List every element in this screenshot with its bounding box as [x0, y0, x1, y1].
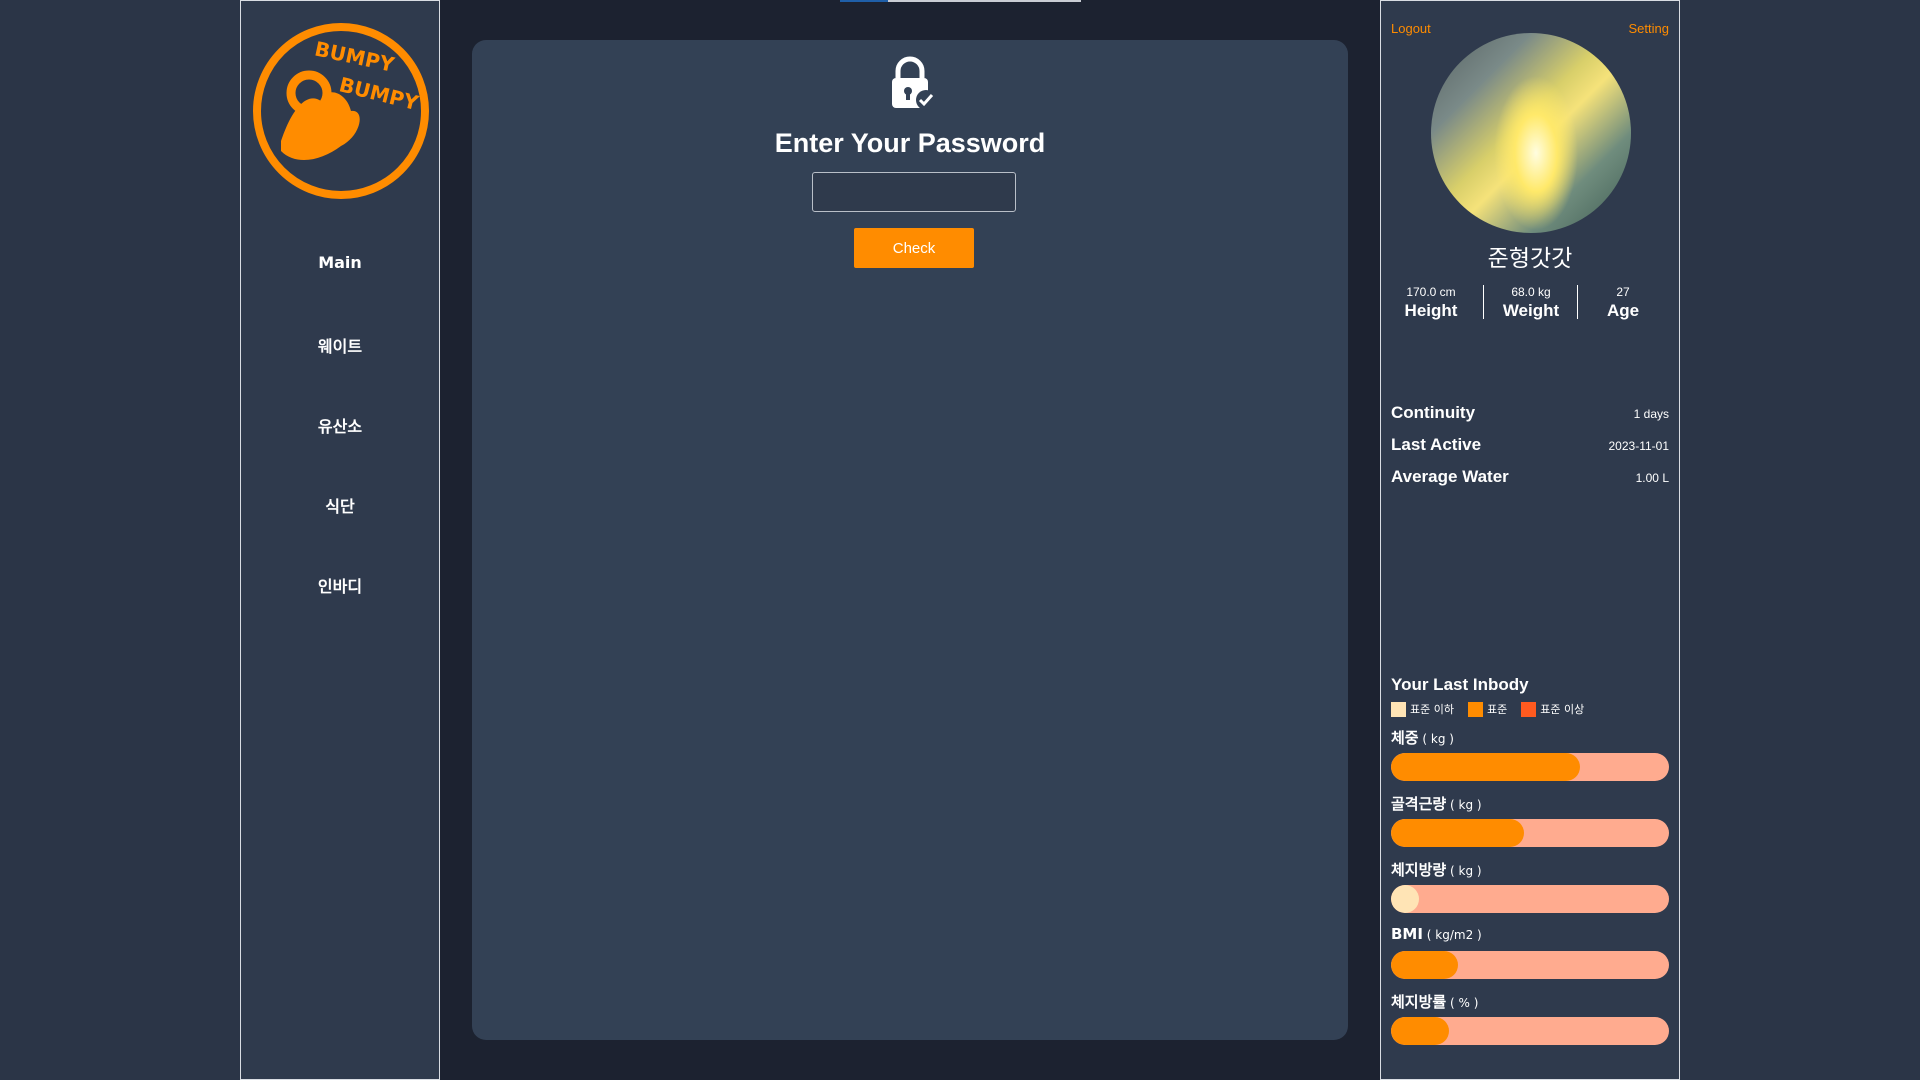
top-tab-underline: [888, 0, 1081, 2]
metric-unit: ( kg ): [1446, 798, 1482, 812]
metric-unit: ( kg ): [1446, 864, 1482, 878]
password-card: Enter Your Password Check: [472, 40, 1348, 1040]
stat-weight-label: Weight: [1502, 301, 1560, 320]
stat-age-value: 27: [1616, 285, 1630, 299]
nav-weight[interactable]: 웨이트: [241, 333, 439, 357]
stat-height-value: 170.0 cm: [1406, 285, 1456, 299]
metric-bar-skeletal-muscle: [1391, 819, 1669, 847]
profile-panel: Logout Setting 준형갓갓 170.0 cm Height 68.0…: [1380, 0, 1680, 1080]
legend-label-above: 표준 이상: [1540, 703, 1585, 716]
setting-link[interactable]: Setting: [1629, 21, 1669, 36]
info-continuity-value: 1 days: [1633, 407, 1669, 421]
metric-bar-body-fat-mass: [1391, 885, 1669, 913]
nav-main[interactable]: Main: [241, 253, 439, 272]
nav-diet[interactable]: 식단: [241, 493, 439, 517]
inbody-legend: 표준 이하 표준 표준 이상: [1391, 701, 1584, 717]
metric-bar-weight: [1391, 753, 1669, 781]
metric-fill: [1391, 753, 1581, 781]
top-tab-indicator: [840, 0, 888, 2]
sidebar: BUMPY BUMPY Main 웨이트 유산소 식단 인바디: [240, 0, 440, 1080]
info-last-active: Last Active 2023-11-01: [1391, 435, 1669, 455]
legend-swatch-below: [1391, 701, 1406, 717]
metric-name: 체지방률: [1391, 993, 1447, 1011]
metric-label-weight: 체중 ( kg ): [1391, 727, 1454, 748]
info-average-water-value: 1.00 L: [1635, 471, 1669, 485]
metric-name: 골격근량: [1391, 795, 1447, 813]
info-average-water-label: Average Water: [1391, 467, 1509, 486]
inbody-title: Your Last Inbody: [1391, 675, 1529, 694]
info-average-water: Average Water 1.00 L: [1391, 467, 1669, 487]
page-title: Enter Your Password: [774, 128, 1046, 158]
nav-cardio[interactable]: 유산소: [241, 413, 439, 437]
metric-name: 체중: [1391, 729, 1419, 747]
nav-inbody[interactable]: 인바디: [241, 573, 439, 597]
metric-unit: ( kg ): [1418, 732, 1454, 746]
password-input[interactable]: [812, 172, 1016, 212]
check-button[interactable]: Check: [854, 228, 974, 268]
stat-weight: 68.0 kg Weight: [1485, 285, 1577, 321]
info-continuity-label: Continuity: [1391, 403, 1476, 422]
stat-height: 170.0 cm Height: [1385, 285, 1477, 321]
metric-name: 체지방량: [1391, 861, 1447, 879]
legend-swatch-above: [1521, 701, 1537, 717]
metric-unit: ( % ): [1446, 996, 1479, 1010]
stat-age-label: Age: [1606, 301, 1640, 320]
main-area: Enter Your Password Check: [440, 0, 1380, 1080]
legend-below: 표준 이하: [1391, 701, 1454, 717]
legend-label-below: 표준 이하: [1410, 703, 1454, 716]
metric-fill: [1391, 819, 1525, 847]
metric-label-skeletal-muscle: 골격근량 ( kg ): [1391, 793, 1482, 814]
legend-standard: 표준: [1467, 701, 1508, 717]
bumpy-logo[interactable]: BUMPY BUMPY: [251, 21, 431, 201]
stat-height-label: Height: [1404, 301, 1458, 320]
metric-label-bmi: BMI ( kg/m2 ): [1391, 925, 1482, 943]
metric-label-body-fat-mass: 체지방량 ( kg ): [1391, 859, 1482, 880]
metric-unit: ( kg/m2 ): [1422, 928, 1482, 942]
metric-fill: [1391, 1017, 1450, 1045]
info-last-active-label: Last Active: [1391, 435, 1482, 454]
stat-age: 27 Age: [1577, 285, 1669, 321]
stat-weight-value: 68.0 kg: [1511, 285, 1551, 299]
metric-fill: [1391, 885, 1419, 913]
metric-name: BMI: [1391, 925, 1423, 943]
user-name: 준형갓갓: [1487, 246, 1573, 272]
legend-swatch-standard: [1467, 701, 1483, 717]
metric-label-body-fat-percent: 체지방률 ( % ): [1391, 991, 1478, 1012]
stat-divider: [1483, 285, 1484, 319]
metric-fill: [1391, 951, 1458, 979]
metric-bar-body-fat-percent: [1391, 1017, 1669, 1045]
legend-label-standard: 표준: [1486, 703, 1508, 716]
info-continuity: Continuity 1 days: [1391, 403, 1669, 423]
logout-link[interactable]: Logout: [1391, 21, 1431, 36]
legend-above: 표준 이상: [1521, 701, 1584, 717]
info-last-active-value: 2023-11-01: [1608, 439, 1670, 453]
metric-bar-bmi: [1391, 951, 1669, 979]
lock-check-icon: [892, 56, 936, 110]
avatar: [1431, 33, 1631, 233]
